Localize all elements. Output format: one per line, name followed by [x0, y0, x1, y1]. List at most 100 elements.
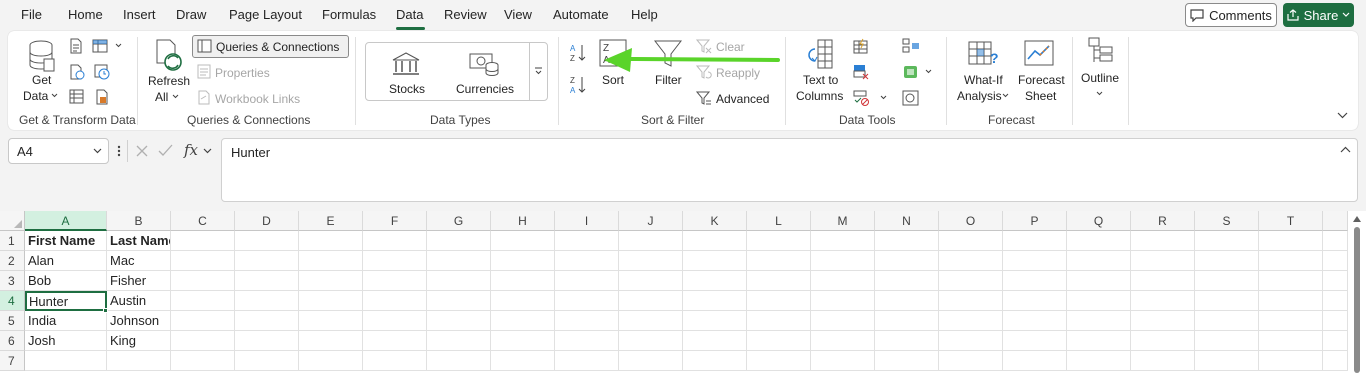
cell-a6[interactable]: Josh — [25, 331, 107, 351]
formula-input[interactable]: Hunter — [221, 138, 1358, 202]
cell-l6[interactable] — [747, 331, 811, 351]
cell-d7[interactable] — [235, 351, 299, 371]
column-header-e[interactable]: E — [299, 211, 363, 231]
cell-i7[interactable] — [555, 351, 619, 371]
cell-q2[interactable] — [1067, 251, 1131, 271]
cell-c5[interactable] — [171, 311, 235, 331]
row-header-7[interactable]: 7 — [0, 351, 25, 371]
tab-data[interactable]: Data — [396, 7, 423, 22]
comments-button[interactable]: Comments — [1185, 3, 1277, 27]
cell-p2[interactable] — [1003, 251, 1067, 271]
cell-b3[interactable]: Fisher — [107, 271, 171, 291]
cell-a3[interactable]: Bob — [25, 271, 107, 291]
currencies-icon[interactable] — [468, 51, 500, 77]
cell-overflow4[interactable] — [1323, 291, 1348, 311]
cell-k4[interactable] — [683, 291, 747, 311]
cell-i2[interactable] — [555, 251, 619, 271]
cell-d6[interactable] — [235, 331, 299, 351]
tab-draw[interactable]: Draw — [176, 7, 206, 22]
cell-s2[interactable] — [1195, 251, 1259, 271]
cell-g5[interactable] — [427, 311, 491, 331]
cell-q4[interactable] — [1067, 291, 1131, 311]
cell-d1[interactable] — [235, 231, 299, 251]
cell-s5[interactable] — [1195, 311, 1259, 331]
cell-f2[interactable] — [363, 251, 427, 271]
column-header-t[interactable]: T — [1259, 211, 1323, 231]
cell-h6[interactable] — [491, 331, 555, 351]
relationships-icon[interactable] — [902, 64, 920, 80]
sort-ascending-icon[interactable]: A Z — [569, 43, 587, 63]
cancel-icon[interactable] — [135, 145, 149, 158]
cell-i1[interactable] — [555, 231, 619, 251]
scroll-up-icon[interactable] — [1353, 216, 1361, 222]
flash-fill-icon[interactable] — [853, 38, 869, 54]
cell-s7[interactable] — [1195, 351, 1259, 371]
cell-o4[interactable] — [939, 291, 1003, 311]
cell-b6[interactable]: King — [107, 331, 171, 351]
cell-m3[interactable] — [811, 271, 875, 291]
cell-o2[interactable] — [939, 251, 1003, 271]
tab-file[interactable]: File — [21, 7, 42, 22]
cell-overflow7[interactable] — [1323, 351, 1348, 371]
cell-l3[interactable] — [747, 271, 811, 291]
cell-q1[interactable] — [1067, 231, 1131, 251]
cell-p6[interactable] — [1003, 331, 1067, 351]
row-header-6[interactable]: 6 — [0, 331, 25, 351]
cell-p4[interactable] — [1003, 291, 1067, 311]
cell-t3[interactable] — [1259, 271, 1323, 291]
refresh-all-label-2[interactable]: All — [155, 90, 168, 104]
row-header-4[interactable]: 4 — [0, 291, 25, 311]
cell-n6[interactable] — [875, 331, 939, 351]
cell-i6[interactable] — [555, 331, 619, 351]
from-table-icon[interactable] — [92, 38, 110, 54]
cell-d4[interactable] — [235, 291, 299, 311]
cell-r3[interactable] — [1131, 271, 1195, 291]
cell-q7[interactable] — [1067, 351, 1131, 371]
column-header-f[interactable]: F — [363, 211, 427, 231]
column-header-a[interactable]: A — [25, 211, 107, 231]
cell-o7[interactable] — [939, 351, 1003, 371]
column-header-c[interactable]: C — [171, 211, 235, 231]
stocks-icon[interactable] — [391, 51, 421, 77]
cell-h1[interactable] — [491, 231, 555, 251]
cell-g2[interactable] — [427, 251, 491, 271]
cell-j2[interactable] — [619, 251, 683, 271]
cell-c7[interactable] — [171, 351, 235, 371]
properties-label[interactable]: Properties — [215, 66, 270, 80]
column-header-s[interactable]: S — [1195, 211, 1259, 231]
cell-h5[interactable] — [491, 311, 555, 331]
cell-c4[interactable] — [171, 291, 235, 311]
cell-n7[interactable] — [875, 351, 939, 371]
cell-j4[interactable] — [619, 291, 683, 311]
column-header-l[interactable]: L — [747, 211, 811, 231]
cell-b4[interactable]: Austin — [107, 291, 171, 311]
cell-d5[interactable] — [235, 311, 299, 331]
consolidate-icon[interactable] — [902, 38, 920, 54]
column-header-m[interactable]: M — [811, 211, 875, 231]
cell-j1[interactable] — [619, 231, 683, 251]
cell-f5[interactable] — [363, 311, 427, 331]
cell-p7[interactable] — [1003, 351, 1067, 371]
column-header-o[interactable]: O — [939, 211, 1003, 231]
enter-icon[interactable] — [158, 144, 173, 157]
cell-m6[interactable] — [811, 331, 875, 351]
cell-j7[interactable] — [619, 351, 683, 371]
cell-e6[interactable] — [299, 331, 363, 351]
cell-c2[interactable] — [171, 251, 235, 271]
cell-t4[interactable] — [1259, 291, 1323, 311]
cell-a4[interactable]: Hunter — [25, 291, 107, 311]
refresh-all-label-1[interactable]: Refresh — [148, 74, 190, 88]
row-header-3[interactable]: 3 — [0, 271, 25, 291]
cell-o3[interactable] — [939, 271, 1003, 291]
recent-sources-icon[interactable] — [94, 64, 110, 80]
forecast-sheet-label-2[interactable]: Sheet — [1025, 89, 1056, 103]
cell-k5[interactable] — [683, 311, 747, 331]
tab-insert[interactable]: Insert — [123, 7, 156, 22]
cell-r1[interactable] — [1131, 231, 1195, 251]
column-header-b[interactable]: B — [107, 211, 171, 231]
row-header-2[interactable]: 2 — [0, 251, 25, 271]
cell-c6[interactable] — [171, 331, 235, 351]
row-header-5[interactable]: 5 — [0, 311, 25, 331]
cell-o6[interactable] — [939, 331, 1003, 351]
outline-label[interactable]: Outline — [1081, 71, 1119, 85]
